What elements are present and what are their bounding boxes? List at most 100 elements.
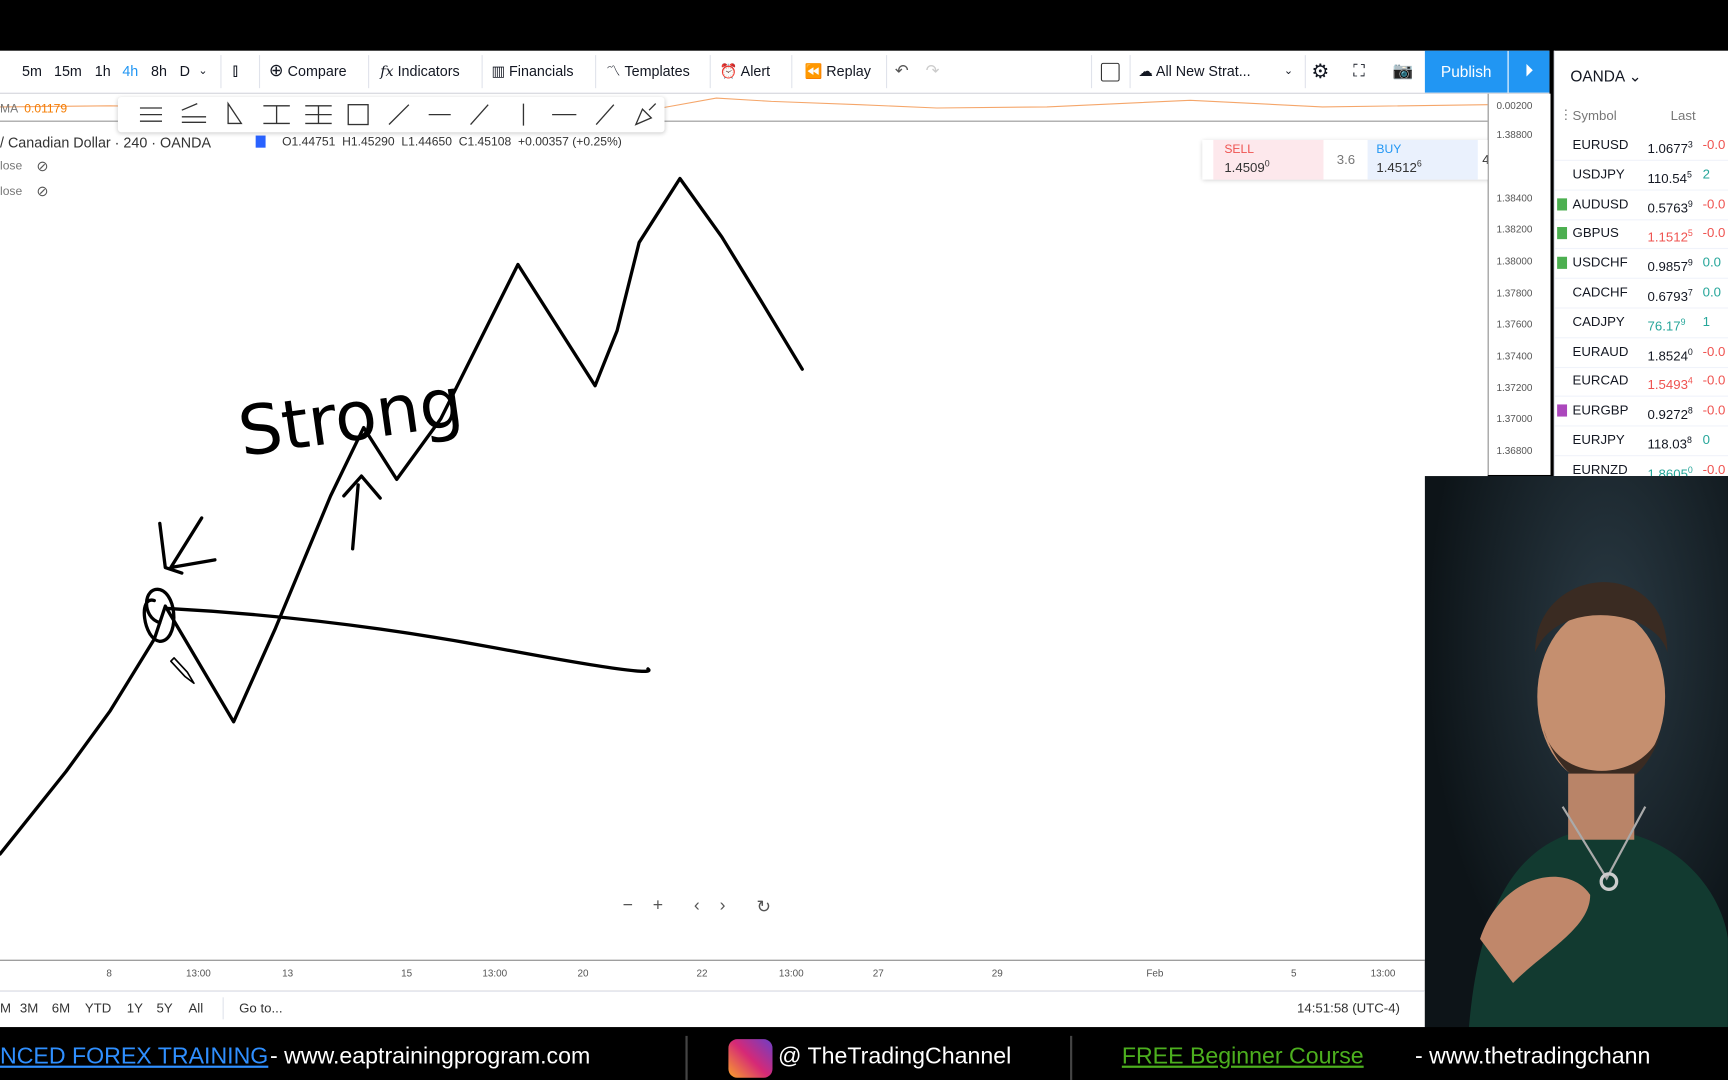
watchlist-row[interactable]: USDCHF 0.98579 0.0	[1554, 248, 1728, 280]
price-axis-label: 0.00200	[1496, 100, 1533, 112]
screen: 5m 15m 1h 4h 8h D ⌄ ⫾ ⊕ Compare fx Indic…	[0, 0, 1728, 1080]
support-line-drawing	[163, 606, 651, 673]
range-button-all[interactable]: All	[188, 1001, 203, 1016]
time-axis-label: 8	[106, 967, 112, 979]
change-value: -0.0	[1702, 225, 1726, 241]
broker-select[interactable]: OANDA ⌄	[1570, 67, 1641, 86]
watchlist-row[interactable]: EURJPY 118.038 0	[1554, 425, 1728, 457]
price-axis-label: 1.38800	[1496, 128, 1533, 140]
symbol-name: AUDUSD	[1572, 195, 1629, 212]
beginner-course-url: - www.thetradingchann	[1414, 1043, 1651, 1069]
bottom-bar: M 3M 6M YTD 1Y 5Y All Go to... 14:51:58 (UTC-4…	[0, 990, 1425, 1028]
range-button-5y[interactable]: 5Y	[156, 1001, 172, 1016]
arrow-up-drawing	[342, 474, 382, 551]
time-axis-label: 29	[991, 967, 1003, 979]
price-axis-label: 1.36800	[1496, 445, 1533, 457]
symbol-name: USDJPY	[1572, 166, 1625, 182]
time-axis-label: 13:00	[778, 967, 804, 979]
time-axis-label: 15	[401, 967, 413, 979]
price-axis-label: 1.37600	[1496, 318, 1533, 330]
time-axis-label: 22	[696, 967, 708, 979]
symbol-name: CADJPY	[1572, 313, 1625, 330]
instagram-handle: @ TheTradingChannel	[778, 1043, 1012, 1069]
training-url: - www.eaptrainingprogram.com	[269, 1043, 591, 1069]
price-axis-label: 1.37800	[1496, 287, 1533, 299]
time-axis-label: 13:00	[482, 967, 508, 979]
time-axis-label: 5	[1290, 967, 1297, 979]
hand-drawing: Strong	[0, 176, 804, 856]
promo-banner: NCED FOREX TRAINING - www.eaptrainingpro…	[0, 1029, 1728, 1080]
price-axis-label: 1.38400	[1496, 192, 1533, 204]
divider	[685, 1035, 688, 1080]
price-axis-label: 1.37000	[1496, 413, 1533, 425]
watchlist-row[interactable]: EURCAD 1.54934 -0.0	[1554, 366, 1728, 398]
time-axis-label: 20	[577, 967, 589, 979]
watchlist-panel: OANDA ⌄ ⋮ Symbol Last EURUSD 1.06773 -0.0 U…	[1553, 50, 1728, 477]
symbol-name: EURNZD	[1572, 461, 1628, 477]
column-last[interactable]: Last	[1671, 108, 1696, 123]
last-price: 1.86050	[1647, 464, 1693, 477]
beginner-course-link[interactable]: FREE Beginner Course	[1122, 1044, 1364, 1070]
arrow-down-left-drawing	[158, 516, 217, 575]
annotation-text: Strong	[234, 363, 468, 473]
change-value: 0	[1702, 431, 1710, 448]
change-value: -0.0	[1702, 343, 1726, 359]
watchlist-row[interactable]: GBPUS 1.15125 -0.0	[1554, 219, 1728, 250]
column-menu-icon[interactable]: ⋮	[1559, 107, 1572, 122]
change-value: 2	[1702, 166, 1710, 182]
symbol-name: EURJPY	[1572, 431, 1625, 448]
range-button-3m[interactable]: 3M	[20, 1001, 38, 1016]
symbol-name: EURCAD	[1572, 372, 1629, 389]
change-value: -0.0	[1702, 402, 1726, 418]
change-value: -0.0	[1702, 195, 1726, 212]
training-link[interactable]: NCED FOREX TRAINING	[0, 1044, 268, 1070]
webcam-video	[1424, 476, 1728, 1028]
time-axis-label: 13:00	[1370, 967, 1396, 979]
range-button-6m[interactable]: 6M	[52, 1001, 70, 1016]
watchlist-row[interactable]: EURAUD 1.85240 -0.0	[1554, 337, 1728, 368]
change-value: 0.0	[1702, 254, 1721, 271]
range-button-ytd[interactable]: YTD	[85, 1001, 111, 1016]
range-button-m[interactable]: M	[0, 1001, 11, 1016]
goto-button[interactable]: Go to...	[239, 1001, 282, 1016]
time-axis-label: 27	[872, 967, 884, 979]
price-axis[interactable]: 0.00200 1.38800 1.38400 1.38200 1.38000 1.37…	[1487, 93, 1551, 475]
watchlist-row[interactable]: EURGBP 0.92728 -0.0	[1554, 396, 1728, 427]
change-value: 1	[1702, 313, 1710, 330]
time-axis[interactable]: 8 13:00 13 15 13:00 20 22 13:00 27 29 Feb 5 13:00	[0, 959, 1425, 991]
watchlist-row[interactable]: CADJPY 76.179 1	[1554, 307, 1728, 339]
change-value: 0.0	[1702, 284, 1721, 300]
time-axis-label: 13	[282, 967, 294, 979]
presenter-image	[1468, 582, 1728, 1028]
watchlist-row[interactable]: EURNZD 1.86050 -0.0	[1555, 455, 1728, 477]
change-value: -0.0	[1702, 461, 1726, 477]
symbol-name: EURUSD	[1572, 136, 1629, 153]
time-axis-label: Feb	[1146, 967, 1164, 979]
symbol-name: EURGBP	[1572, 402, 1629, 418]
pencil-cursor-icon	[169, 657, 195, 685]
instagram-icon	[728, 1039, 773, 1078]
flag-icon[interactable]	[1557, 227, 1568, 240]
watchlist-row[interactable]: EURUSD 1.06773 -0.0	[1554, 130, 1728, 161]
flag-icon[interactable]	[1557, 404, 1568, 417]
symbol-name: EURAUD	[1572, 343, 1629, 359]
divider	[222, 997, 224, 1020]
time-axis-label: 13:00	[185, 967, 211, 979]
change-value: -0.0	[1702, 136, 1726, 153]
watchlist-row[interactable]: AUDUSD 0.57639 -0.0	[1554, 189, 1728, 220]
flag-icon[interactable]	[1557, 197, 1568, 211]
range-button-1y[interactable]: 1Y	[127, 1001, 143, 1016]
price-axis-label: 1.38200	[1496, 223, 1533, 235]
change-value: -0.0	[1702, 372, 1726, 389]
watchlist-row[interactable]: CADCHF 0.67937 0.0	[1554, 278, 1728, 309]
symbol-name: CADCHF	[1572, 284, 1628, 300]
divider	[1070, 1035, 1073, 1080]
column-symbol[interactable]: Symbol	[1573, 108, 1617, 123]
play-circle-icon[interactable]: ⏵	[1508, 50, 1550, 93]
watchlist-row[interactable]: USDJPY 110.545 2	[1554, 160, 1728, 191]
price-axis-label: 1.37400	[1496, 350, 1533, 362]
flag-icon[interactable]	[1557, 256, 1568, 270]
price-axis-label: 1.38000	[1496, 255, 1533, 267]
clock[interactable]: 14:51:58 (UTC-4)	[1297, 1001, 1400, 1016]
symbol-name: GBPUS	[1572, 225, 1619, 241]
